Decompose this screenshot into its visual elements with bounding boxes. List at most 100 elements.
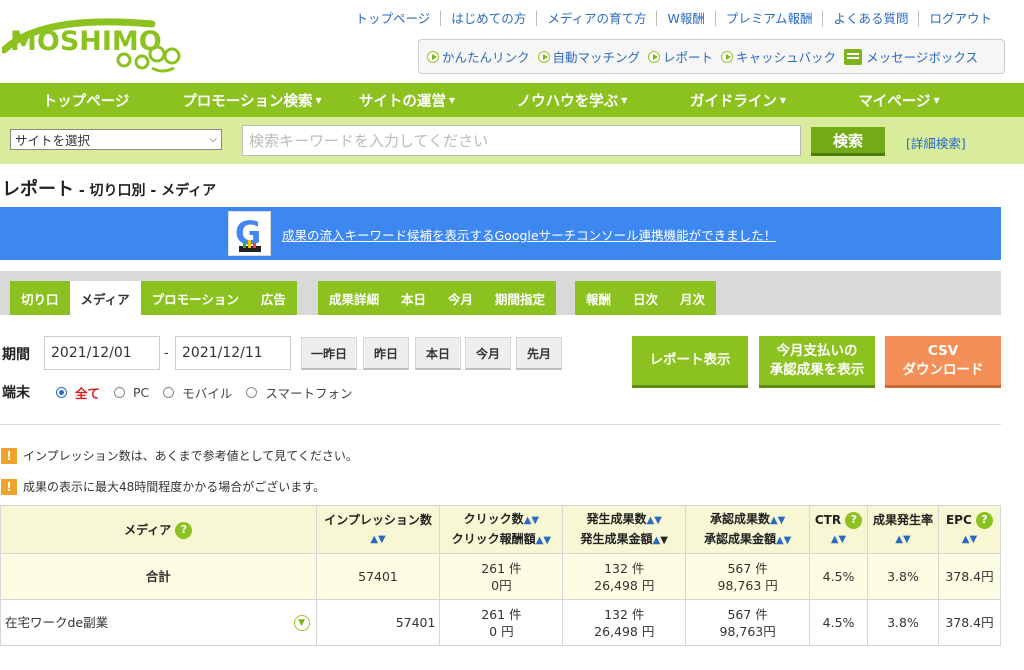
report-tabs: 切り口 メディア プロモーション 広告 成果詳細 本日 今月 期間指定 報酬 日… [0, 271, 1001, 315]
day-before-yesterday-button[interactable]: 一昨日 [301, 337, 357, 370]
expand-icon[interactable]: ▼ [293, 615, 310, 631]
sort-icon[interactable]: ▲▼ [524, 515, 539, 526]
end-date-input[interactable]: 2021/12/11 [175, 336, 291, 370]
quick-link-cashback[interactable]: キャッシュバック [721, 47, 836, 66]
moshimo-logo[interactable]: MOSHIMO [0, 10, 187, 76]
table-row: 在宅ワークde副業 ▼ 57401 261 件0 円 132 件 26,498 円… [0, 599, 1002, 646]
top-nav-top[interactable]: トップページ [346, 11, 441, 26]
tab-cut[interactable]: 切り口 [10, 281, 70, 315]
sort-icon[interactable]: ▲▼ [647, 515, 662, 526]
quick-link-easy-link[interactable]: かんたんリンク [427, 47, 530, 66]
radio-all-label: 全て [75, 386, 101, 401]
start-date-input[interactable]: 2021/12/01 [44, 336, 160, 370]
radio-smartphone[interactable] [246, 387, 258, 398]
top-nav-faq[interactable]: よくある質問 [822, 11, 918, 26]
help-icon[interactable]: ? [175, 521, 193, 539]
quick-links: かんたんリンク 自動マッチング レポート キャッシュバック メッセージボックス [418, 39, 1005, 74]
row-media: 在宅ワークde副業 ▼ [0, 599, 317, 646]
main-nav-site-operation[interactable]: サイトの運営 ▼ [332, 83, 482, 117]
tab-group-reward: 報酬 日次 月次 [575, 281, 717, 315]
row-media-name: 在宅ワークde副業 [5, 615, 109, 630]
top-nav-beginner[interactable]: はじめての方 [440, 11, 536, 26]
radio-mobile[interactable] [163, 387, 175, 398]
sort-icon[interactable]: ▲▼ [776, 535, 791, 546]
tab-ad[interactable]: 広告 [250, 281, 297, 315]
quick-link-report[interactable]: レポート [648, 47, 713, 66]
radio-smartphone-label: スマートフォン [265, 386, 353, 401]
caret-down-icon: ▼ [621, 95, 628, 105]
search-input[interactable]: 検索キーワードを入力してください [242, 125, 801, 156]
sort-icon[interactable]: ▲▼ [962, 534, 977, 545]
today-button[interactable]: 本日 [415, 337, 461, 370]
quick-link-message-box[interactable]: メッセージボックス [844, 47, 978, 66]
main-nav-guideline[interactable]: ガイドライン ▼ [662, 83, 814, 117]
sort-icon[interactable]: ▲▼ [831, 534, 846, 545]
row-ctr: 4.5% [809, 599, 869, 646]
main-nav-top[interactable]: トップページ [0, 83, 172, 117]
advanced-search-link[interactable]: [詳細検索] [906, 133, 966, 152]
this-month-button[interactable]: 今月 [465, 337, 511, 370]
page-title: レポート - 切り口別 - メディア [2, 179, 217, 200]
play-icon [648, 50, 661, 63]
announcement-banner[interactable]: G 成果の流入キーワード候補を表示するGoogleサーチコンソール連携機能ができ… [0, 207, 1001, 260]
tab-this-month[interactable]: 今月 [437, 281, 484, 315]
total-label: 合計 [0, 553, 317, 600]
tab-media[interactable]: メディア [69, 281, 141, 315]
tab-period[interactable]: 期間指定 [484, 281, 556, 315]
banner-link[interactable]: 成果の流入キーワード候補を表示するGoogleサーチコンソール連携機能ができまし… [282, 225, 776, 244]
last-month-button[interactable]: 先月 [516, 337, 562, 370]
warning-icon: ! [1, 478, 17, 495]
sort-icon[interactable]: ▲▼ [895, 534, 910, 545]
col-occurred: 発生成果数▲▼ 発生成果金額▲▼ [562, 505, 687, 554]
tab-monthly[interactable]: 月次 [669, 281, 716, 315]
period-label: 期間 [2, 347, 30, 363]
caret-down-icon: ▼ [315, 95, 322, 105]
show-report-button[interactable]: レポート表示 [632, 336, 748, 388]
tab-group-results: 成果詳細 本日 今月 期間指定 [318, 281, 557, 315]
tab-group-cut: 切り口 メディア プロモーション 広告 [10, 281, 297, 315]
top-nav-premium[interactable]: プレミアム報酬 [714, 11, 823, 26]
sort-icon[interactable]: ▲▼ [536, 535, 551, 546]
device-radio-group: 全て PC モバイル スマートフォン [56, 383, 366, 402]
google-icon: G [228, 211, 271, 256]
search-button[interactable]: 検索 [811, 127, 885, 156]
site-select[interactable]: サイトを選択 ⌵ [10, 129, 222, 150]
radio-pc[interactable] [114, 387, 126, 398]
radio-mobile-label: モバイル [182, 386, 233, 401]
tab-daily[interactable]: 日次 [622, 281, 669, 315]
help-icon[interactable]: ? [845, 511, 863, 529]
notice-impression: ! インプレッション数は、あくまで参考値として見てください。 [1, 447, 358, 464]
main-nav-knowhow[interactable]: ノウハウを学ぶ ▼ [482, 83, 662, 117]
col-rate: 成果発生率 ▲▼ [867, 505, 939, 554]
yesterday-button[interactable]: 昨日 [363, 337, 409, 370]
main-nav: トップページ プロモーション検索 ▼ サイトの運営 ▼ ノウハウを学ぶ ▼ ガイドライ… [0, 83, 1024, 117]
report-table: メディア ? インプレッション数 ▲▼ クリック数▲▼ クリック報酬額▲▼ 発生成果… [0, 505, 1002, 646]
help-icon[interactable]: ? [975, 511, 993, 529]
row-epc: 378.4円 [937, 599, 1002, 646]
csv-download-button[interactable]: CSV ダウンロード [885, 336, 1001, 388]
total-impressions: 57401 [315, 553, 441, 600]
tab-promotion[interactable]: プロモーション [141, 281, 250, 315]
sort-icon[interactable]: ▲▼ [653, 535, 668, 546]
quick-link-auto-matching[interactable]: 自動マッチング [537, 47, 640, 66]
sort-icon[interactable]: ▲▼ [770, 515, 785, 526]
top-nav-media-growth[interactable]: メディアの育て方 [536, 11, 656, 26]
top-nav-logout[interactable]: ログアウト [918, 11, 1002, 26]
show-approved-button[interactable]: 今月支払いの 承認成果を表示 [759, 336, 875, 388]
warning-icon: ! [1, 447, 17, 464]
tab-today[interactable]: 本日 [390, 281, 437, 315]
sort-icon[interactable]: ▲▼ [370, 534, 385, 545]
radio-all[interactable] [56, 387, 67, 398]
row-clicks: 261 件0 円 [439, 599, 564, 646]
col-media: メディア ? [0, 505, 317, 554]
col-impressions: インプレッション数 ▲▼ [315, 505, 441, 554]
page-subtitle: - 切り口別 - メディア [74, 183, 217, 199]
tab-reward[interactable]: 報酬 [575, 281, 622, 315]
row-approved: 567 件 98,763円 [685, 599, 811, 646]
top-nav: トップページ はじめての方 メディアの育て方 W報酬 プレミアム報酬 よくある質… [346, 11, 1002, 26]
main-nav-promotion-search[interactable]: プロモーション検索 ▼ [172, 83, 332, 117]
main-nav-mypage[interactable]: マイページ ▼ [814, 83, 984, 117]
tab-result-detail[interactable]: 成果詳細 [318, 281, 390, 315]
total-rate: 3.8% [867, 553, 939, 600]
top-nav-w-reward[interactable]: W報酬 [656, 11, 714, 26]
